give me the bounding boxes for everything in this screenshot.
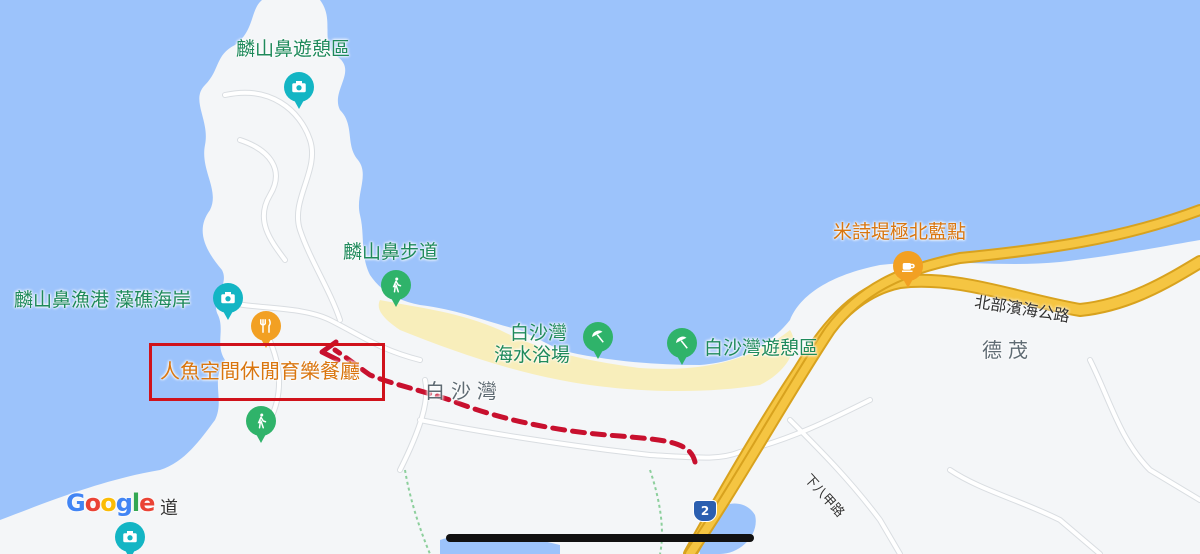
camera-icon[interactable] (284, 72, 314, 109)
camera-icon[interactable] (115, 522, 145, 554)
google-logo: Google (66, 489, 155, 517)
map-base-layer (0, 0, 1200, 554)
map-canvas[interactable]: 麟山鼻遊憩區 麟山鼻步道 白沙灣 海水浴場 白沙灣遊憩區 米詩堤極北藍點 麟山鼻… (0, 0, 1200, 554)
route-shield: 2 (693, 500, 717, 522)
coffee-cup-icon[interactable] (893, 251, 923, 288)
highlight-box (149, 343, 385, 401)
hiking-icon[interactable] (381, 270, 411, 307)
road-label-bottom: 道 (160, 498, 178, 519)
camera-icon[interactable] (213, 283, 243, 320)
place-label-baishawan-rest-area[interactable]: 白沙灣遊憩區 (704, 337, 818, 359)
hiking-icon[interactable] (246, 406, 276, 443)
area-label-demao: 德茂 (982, 338, 1034, 362)
google-logo-letter: g (115, 489, 133, 517)
google-logo-letter: o (100, 489, 116, 517)
area-label-baishawan: 白沙灣 (425, 379, 503, 403)
place-label-fishing-port[interactable]: 麟山鼻漁港 藻礁海岸 (14, 289, 191, 311)
place-label-linshanbi-trail[interactable]: 麟山鼻步道 (343, 241, 438, 263)
fork-knife-icon[interactable] (251, 311, 281, 348)
beach-umbrella-icon[interactable] (667, 328, 697, 365)
home-indicator[interactable] (446, 534, 754, 542)
place-label-linshanbi-rest-area[interactable]: 麟山鼻遊憩區 (236, 38, 350, 60)
google-logo-letter: G (66, 489, 86, 517)
place-label-baishawan-beach-line1[interactable]: 白沙灣 (510, 322, 567, 344)
beach-umbrella-icon[interactable] (583, 322, 613, 359)
place-label-baishawan-beach-line2[interactable]: 海水浴場 (494, 344, 570, 366)
place-label-mishiti-cafe[interactable]: 米詩堤極北藍點 (833, 221, 966, 243)
google-logo-letter: o (84, 489, 101, 517)
google-logo-letter: e (139, 489, 155, 517)
land-west-peninsula (0, 0, 1200, 554)
